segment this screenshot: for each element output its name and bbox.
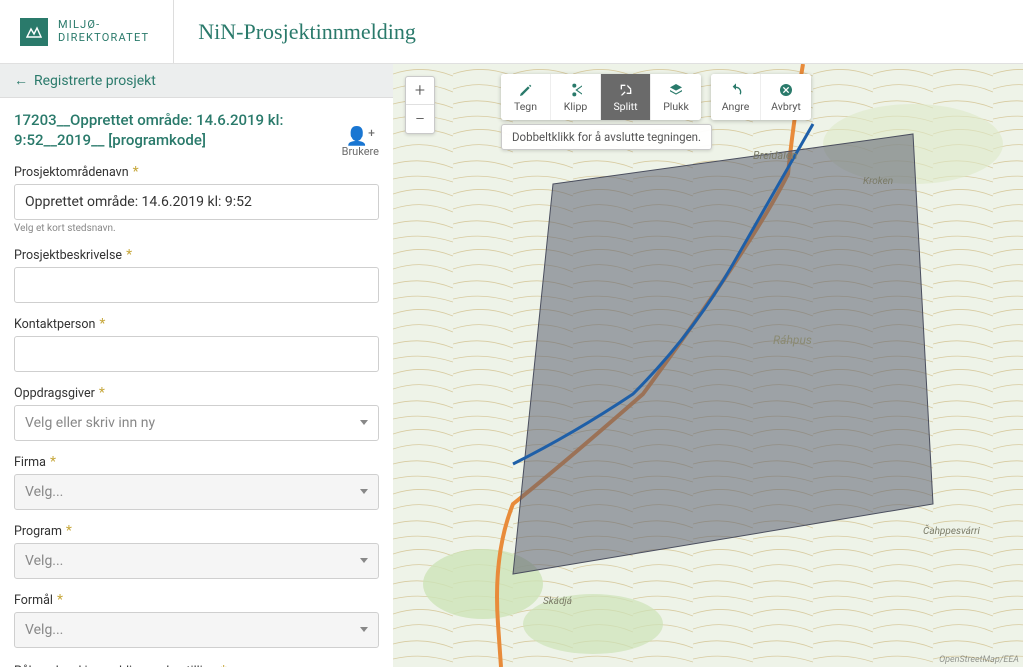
app-header: MILJØ- DIREKTORATET NiN-Prosjektinnmeldi… [0,0,1023,64]
map-label: Breidalen [753,149,797,162]
zoom-control: + − [405,76,435,134]
map-panel[interactable]: Breidalen Kroken Ráhpus Skádjá Čahppesvá… [393,64,1023,667]
map-attribution: OpenStreetMap/EEA [939,655,1019,665]
map-tooltip: Dobbeltklikk for å avslutte tegningen. [501,124,712,150]
map-label: Čahppesvárri [923,523,980,537]
firma-label: Firma* [14,455,379,470]
tool-plukk[interactable]: Plukk [651,74,701,120]
org-logo: MILJØ- DIREKTORATET [20,0,174,63]
program-select[interactable]: Velg... [14,543,379,579]
tool-avbryt[interactable]: Avbryt [761,74,811,120]
prosjektomradenavn-label: Prosjektområdenavn* [14,165,379,180]
zoom-in-button[interactable]: + [406,77,434,105]
chevron-down-icon [360,558,368,563]
page-title: NiN-Prosjektinnmelding [174,19,416,45]
org-name: MILJØ- DIREKTORATET [58,19,149,43]
prosjektomradenavn-input[interactable] [14,184,379,220]
back-link-label: Registrerte prosjekt [34,73,156,89]
back-link[interactable]: ← Registrerte prosjekt [14,72,156,89]
arrow-left-icon: ← [14,72,28,89]
map-canvas: Breidalen Kroken Ráhpus Skádjá Čahppesvá… [393,64,1023,667]
form-panel: ← Registrerte prosjekt 17203__Opprettet … [0,64,393,667]
chevron-down-icon [360,489,368,494]
user-plus-icon: 👤⁺ [342,128,379,146]
pakrevd-innmelding-label: Påkrevd ved innmelding og bestilling* [14,664,379,667]
chevron-down-icon [360,420,368,425]
org-line2: DIREKTORATET [58,31,149,44]
pen-icon [517,82,535,98]
undo-icon [727,82,745,98]
project-heading: 17203__Opprettet område: 14.6.2019 kl: 9… [14,110,324,151]
formal-select[interactable]: Velg... [14,612,379,648]
oppdragsgiver-select[interactable]: Velg eller skriv inn ny [14,405,379,441]
prosjektbeskrivelse-label: Prosjektbeskrivelse* [14,248,379,263]
map-label: Kroken [863,176,893,187]
firma-select[interactable]: Velg... [14,474,379,510]
formal-label: Formål* [14,593,379,608]
brukere-label: Brukere [342,146,379,158]
layers-icon [667,82,685,98]
kontaktperson-label: Kontaktperson* [14,317,379,332]
map-toolbar: Tegn Klipp Splitt [501,74,811,120]
logo-mark-icon [20,18,48,46]
prosjektbeskrivelse-input[interactable] [14,267,379,303]
prosjektomradenavn-hint: Velg et kort stedsnavn. [14,223,379,234]
zoom-out-button[interactable]: − [406,105,434,133]
tool-tegn[interactable]: Tegn [501,74,551,120]
back-bar: ← Registrerte prosjekt [0,64,393,98]
tool-splitt[interactable]: Splitt [601,74,651,120]
kontaktperson-input[interactable] [14,336,379,372]
split-icon [617,82,635,98]
org-line1: MILJØ- [58,18,100,31]
brukere-button[interactable]: 👤⁺ Brukere [342,128,379,158]
cancel-icon [777,82,795,98]
chevron-down-icon [360,627,368,632]
oppdragsgiver-label: Oppdragsgiver* [14,386,379,401]
map-label: Ráhpus [773,333,812,347]
tool-klipp[interactable]: Klipp [551,74,601,120]
map-label: Skádjá [543,596,573,607]
program-label: Program* [14,524,379,539]
tool-angre[interactable]: Angre [711,74,761,120]
scissors-icon [567,82,585,98]
